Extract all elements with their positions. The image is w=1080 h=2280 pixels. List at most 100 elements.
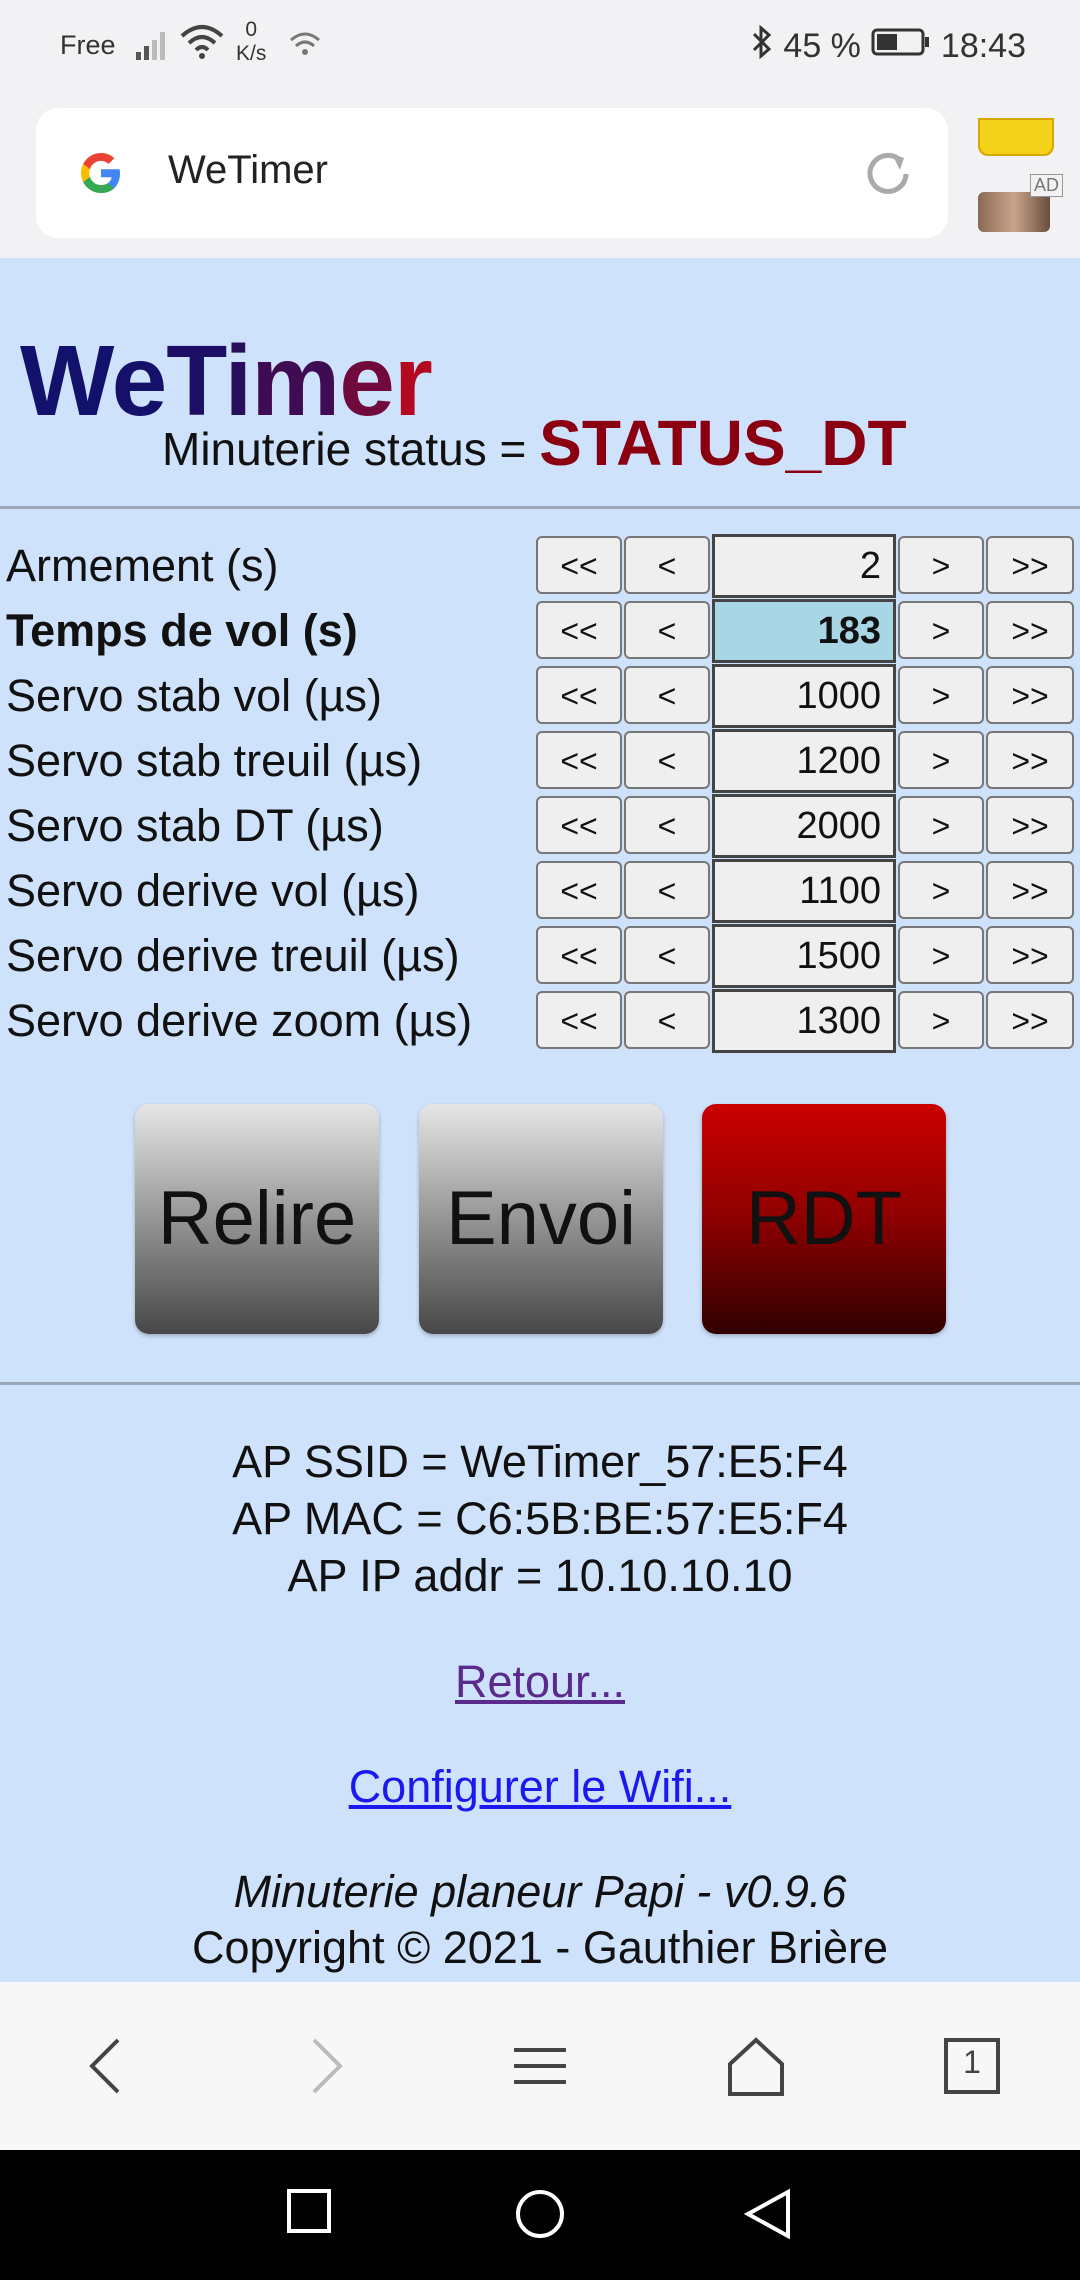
tabs-count: 1 [963, 2044, 981, 2080]
param-value-field[interactable]: 1300 [712, 989, 896, 1053]
fast-decrease-button[interactable]: << [536, 666, 622, 724]
web-page: WeTimer Minuterie status = STATUS_DT Arm… [0, 258, 1080, 1982]
send-button[interactable]: Envoi [419, 1104, 663, 1334]
recents-icon[interactable] [286, 2188, 332, 2239]
fast-decrease-button[interactable]: << [536, 601, 622, 659]
param-value-field[interactable]: 2 [712, 534, 896, 598]
param-row: Servo stab vol (µs) << < > >> 1000 [0, 664, 1080, 728]
param-label: Servo stab vol (µs) [6, 670, 383, 721]
back-link-row: Retour... [0, 1656, 1080, 1708]
footer-version: Minuterie planeur Papi - v0.9.6 [233, 1866, 847, 1917]
param-label: Servo derive vol (µs) [6, 865, 420, 916]
status-label: Minuterie status = [162, 423, 540, 475]
notes-app-icon[interactable] [978, 118, 1054, 156]
fast-increase-button[interactable]: >> [986, 536, 1074, 594]
fast-decrease-button[interactable]: << [536, 861, 622, 919]
fast-increase-button[interactable]: >> [986, 796, 1074, 854]
fast-increase-button[interactable]: >> [986, 731, 1074, 789]
param-value-field[interactable]: 1200 [712, 729, 896, 793]
carrier-label: Free [60, 30, 116, 60]
fast-increase-button[interactable]: >> [986, 861, 1074, 919]
fast-decrease-button[interactable]: << [536, 796, 622, 854]
increase-button[interactable]: > [898, 991, 984, 1049]
param-row: Temps de vol (s) << < > >> 183 [0, 599, 1080, 663]
increase-button[interactable]: > [898, 601, 984, 659]
url-text: WeTimer [168, 148, 328, 192]
browser-bottom-nav: 1 [0, 1982, 1080, 2150]
param-row: Servo stab DT (µs) << < > >> 2000 [0, 794, 1080, 858]
signal-icon [136, 28, 170, 65]
speed-unit: K/s [236, 42, 267, 65]
address-bar[interactable]: WeTimer [36, 108, 948, 238]
decrease-button[interactable]: < [624, 861, 710, 919]
decrease-button[interactable]: < [624, 536, 710, 594]
decrease-button[interactable]: < [624, 666, 710, 724]
system-nav-bar [0, 2150, 1080, 2280]
fast-increase-button[interactable]: >> [986, 666, 1074, 724]
param-value-field[interactable]: 1000 [712, 664, 896, 728]
fast-decrease-button[interactable]: << [536, 536, 622, 594]
home-icon[interactable] [724, 2034, 788, 2098]
param-value-field[interactable]: 2000 [712, 794, 896, 858]
fast-increase-button[interactable]: >> [986, 601, 1074, 659]
browser-toolbar: WeTimer AD [0, 92, 1080, 258]
forward-icon[interactable] [292, 2034, 356, 2098]
battery-icon [871, 27, 931, 66]
param-row: Armement (s) << < > >> 2 [0, 534, 1080, 598]
menu-icon[interactable] [508, 2034, 572, 2098]
increase-button[interactable]: > [898, 861, 984, 919]
divider [0, 1382, 1080, 1385]
network-speed: 0 K/s [236, 18, 266, 66]
param-row: Servo stab treuil (µs) << < > >> 1200 [0, 729, 1080, 793]
increase-button[interactable]: > [898, 926, 984, 984]
reload-icon[interactable] [862, 148, 914, 205]
tabs-icon[interactable]: 1 [940, 2034, 1004, 2098]
ad-thumbnail[interactable] [978, 192, 1050, 232]
param-label: Servo stab treuil (µs) [6, 735, 423, 786]
bluetooth-icon [751, 24, 773, 69]
system-back-icon[interactable] [743, 2188, 792, 2245]
increase-button[interactable]: > [898, 666, 984, 724]
decrease-button[interactable]: < [624, 991, 710, 1049]
status-right: 45 % 18:43 [751, 24, 1026, 69]
ap-ip: AP IP addr = 10.10.10.10 [287, 1550, 793, 1601]
param-label: Servo stab DT (µs) [6, 800, 384, 851]
param-label: Servo derive treuil (µs) [6, 930, 460, 981]
param-value-field[interactable]: 1500 [712, 924, 896, 988]
fast-decrease-button[interactable]: << [536, 991, 622, 1049]
clock: 18:43 [940, 27, 1026, 65]
status-value: STATUS_DT [539, 407, 907, 479]
home-circle-icon[interactable] [514, 2188, 566, 2245]
increase-button[interactable]: > [898, 796, 984, 854]
battery-percent: 45 % [783, 27, 861, 65]
configure-wifi-link[interactable]: Configurer le Wifi... [349, 1761, 732, 1812]
param-row: Servo derive vol (µs) << < > >> 1100 [0, 859, 1080, 923]
fast-increase-button[interactable]: >> [986, 926, 1074, 984]
decrease-button[interactable]: < [624, 796, 710, 854]
param-label: Armement (s) [6, 540, 279, 591]
param-value-field[interactable]: 183 [712, 599, 896, 663]
google-logo-icon [78, 150, 124, 201]
rdt-button[interactable]: RDT [702, 1104, 946, 1334]
param-value-field[interactable]: 1100 [712, 859, 896, 923]
title-letter: W [20, 325, 113, 437]
back-icon[interactable] [76, 2034, 140, 2098]
increase-button[interactable]: > [898, 731, 984, 789]
decrease-button[interactable]: < [624, 731, 710, 789]
ap-mac: AP MAC = C6:5B:BE:57:E5:F4 [232, 1493, 848, 1544]
divider [0, 506, 1080, 509]
reload-button[interactable]: Relire [135, 1104, 379, 1334]
param-label: Servo derive zoom (µs) [6, 995, 473, 1046]
wifi-icon [180, 24, 224, 65]
back-link[interactable]: Retour... [455, 1656, 625, 1707]
fast-decrease-button[interactable]: << [536, 731, 622, 789]
fast-decrease-button[interactable]: << [536, 926, 622, 984]
decrease-button[interactable]: < [624, 601, 710, 659]
footer-copyright: Copyright © 2021 - Gauthier Brière [192, 1922, 888, 1973]
fast-increase-button[interactable]: >> [986, 991, 1074, 1049]
ap-ssid: AP SSID = WeTimer_57:E5:F4 [232, 1436, 848, 1487]
decrease-button[interactable]: < [624, 926, 710, 984]
speed-value: 0 [245, 18, 258, 41]
wifi-link-row: Configurer le Wifi... [0, 1761, 1080, 1813]
increase-button[interactable]: > [898, 536, 984, 594]
